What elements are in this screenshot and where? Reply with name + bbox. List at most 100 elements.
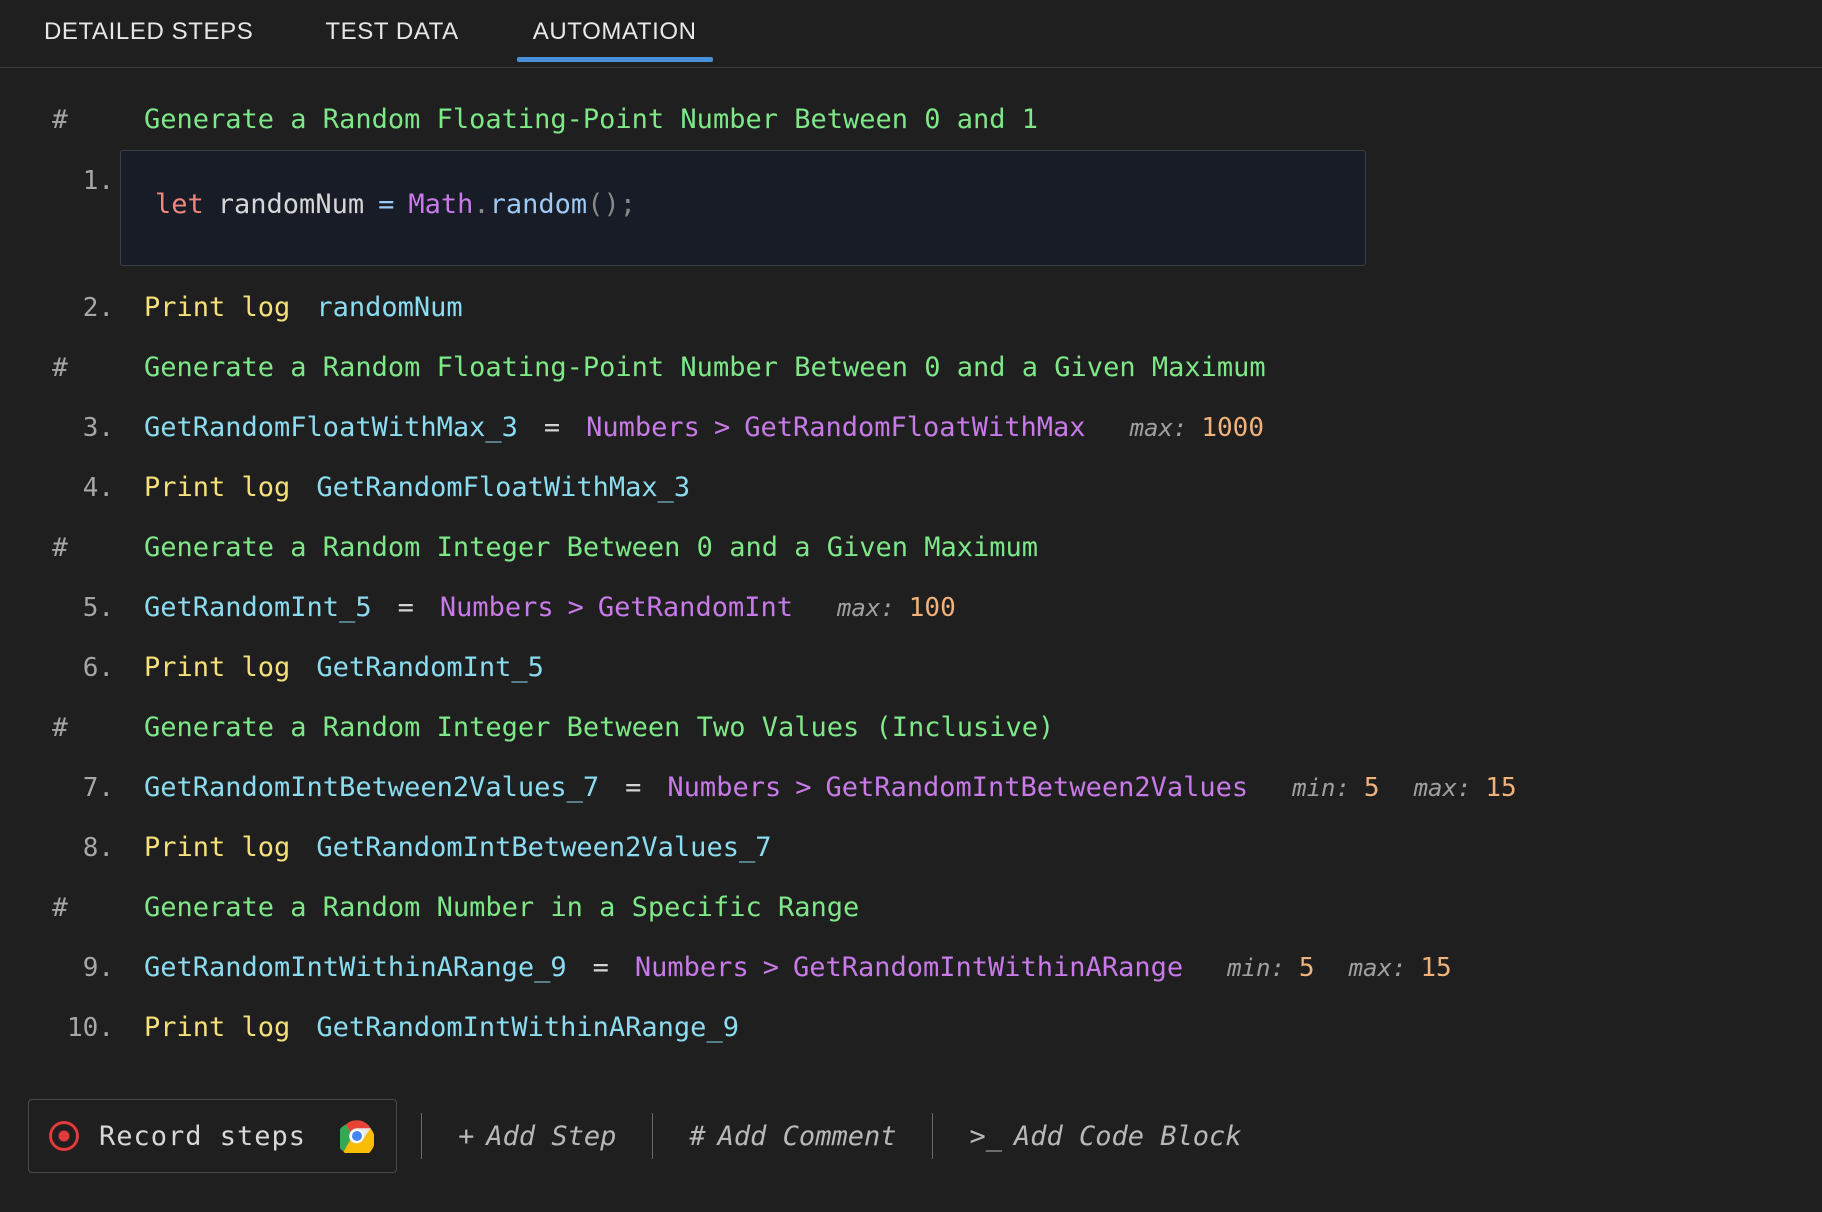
print-action: Print log: [114, 998, 290, 1058]
tab-automation-label: AUTOMATION: [533, 18, 697, 45]
step-marker: 10.: [28, 998, 114, 1058]
print-target: GetRandomIntWithinARange_9: [316, 998, 739, 1058]
step-marker: 2.: [28, 278, 114, 338]
step-marker: 6.: [28, 638, 114, 698]
print-action: Print log: [114, 818, 290, 878]
comment-text: Generate a Random Integer Between Two Va…: [114, 698, 1054, 758]
code-operator: =: [378, 189, 394, 220]
print-target: GetRandomFloatWithMax_3: [316, 458, 690, 518]
action-arrow: >: [568, 578, 584, 638]
step-print[interactable]: 4. Print log GetRandomFloatWithMax_3: [0, 458, 1822, 518]
action-module: Numbers: [440, 578, 554, 638]
step-comment[interactable]: # Generate a Random Integer Between Two …: [0, 698, 1822, 758]
param-value: 15: [1485, 773, 1516, 803]
code-punctuation: ();: [587, 189, 636, 220]
param-max[interactable]: max: 1000: [1130, 398, 1264, 458]
chrome-icon[interactable]: [340, 1119, 374, 1153]
param-key: max:: [837, 594, 895, 622]
param-value: 100: [909, 593, 956, 623]
step-action[interactable]: 7. GetRandomIntBetween2Values_7 = Number…: [0, 758, 1822, 818]
param-value: 5: [1364, 773, 1380, 803]
step-marker: #: [28, 698, 114, 758]
action-method: GetRandomInt: [598, 578, 793, 638]
step-marker: #: [28, 338, 114, 398]
add-comment-button[interactable]: #Add Comment: [677, 1121, 908, 1152]
step-marker: 5.: [28, 578, 114, 638]
tab-test-data-label: TEST DATA: [325, 18, 458, 45]
code-dot: .: [473, 189, 489, 220]
step-print[interactable]: 6. Print log GetRandomInt_5: [0, 638, 1822, 698]
toolbar-divider: [421, 1113, 422, 1159]
assign-operator: =: [398, 578, 414, 638]
step-marker: 1.: [28, 150, 114, 212]
param-key: min:: [1292, 774, 1350, 802]
comment-text: Generate a Random Floating-Point Number …: [114, 90, 1038, 150]
record-steps-label: Record steps: [99, 1121, 306, 1152]
tab-automation[interactable]: AUTOMATION: [511, 0, 719, 62]
param-max[interactable]: max: 15: [1414, 758, 1517, 818]
step-marker: #: [28, 518, 114, 578]
automation-steps-list: # Generate a Random Floating-Point Numbe…: [0, 68, 1822, 1058]
tab-test-data[interactable]: TEST DATA: [303, 0, 480, 62]
code-method: random: [490, 189, 588, 220]
step-action[interactable]: 5. GetRandomInt_5 = Numbers > GetRandomI…: [0, 578, 1822, 638]
step-comment[interactable]: # Generate a Random Floating-Point Numbe…: [0, 338, 1822, 398]
action-module: Numbers: [667, 758, 781, 818]
step-action[interactable]: 9. GetRandomIntWithinARange_9 = Numbers …: [0, 938, 1822, 998]
assign-operator: =: [625, 758, 641, 818]
step-print[interactable]: 2. Print log randomNum: [0, 278, 1822, 338]
print-target: randomNum: [316, 278, 462, 338]
code-editor[interactable]: letrandomNum=Math.random();: [120, 150, 1366, 266]
output-variable: GetRandomFloatWithMax_3: [114, 398, 518, 458]
action-module: Numbers: [586, 398, 700, 458]
param-key: max:: [1414, 774, 1472, 802]
add-code-block-button[interactable]: >_Add Code Block: [957, 1121, 1253, 1152]
add-step-button[interactable]: +Add Step: [446, 1121, 628, 1152]
comment-text: Generate a Random Floating-Point Number …: [114, 338, 1266, 398]
param-key: max:: [1349, 954, 1407, 982]
output-variable: GetRandomIntBetween2Values_7: [114, 758, 599, 818]
print-target: GetRandomInt_5: [316, 638, 544, 698]
code-object: Math: [408, 189, 473, 220]
assign-operator: =: [593, 938, 609, 998]
assign-operator: =: [544, 398, 560, 458]
param-max[interactable]: max:15: [1349, 938, 1452, 998]
step-marker: 7.: [28, 758, 114, 818]
param-min[interactable]: min: 5: [1292, 758, 1379, 818]
print-action: Print log: [114, 278, 290, 338]
param-value: 1000: [1201, 413, 1264, 443]
param-key: max:: [1130, 414, 1188, 442]
step-comment[interactable]: # Generate a Random Integer Between 0 an…: [0, 518, 1822, 578]
action-arrow: >: [795, 758, 811, 818]
toolbar-divider: [652, 1113, 653, 1159]
print-action: Print log: [114, 638, 290, 698]
action-arrow: >: [714, 398, 730, 458]
param-min[interactable]: min:5: [1227, 938, 1314, 998]
add-step-label: Add Step: [486, 1121, 616, 1152]
steps-toolbar: Record steps +Add Step #Add Comment >_Ad…: [28, 1099, 1254, 1173]
step-print[interactable]: 8. Print log GetRandomIntBetween2Values_…: [0, 818, 1822, 878]
step-marker: 8.: [28, 818, 114, 878]
step-comment[interactable]: # Generate a Random Number in a Specific…: [0, 878, 1822, 938]
add-code-block-label: Add Code Block: [1014, 1121, 1242, 1152]
action-method: GetRandomFloatWithMax: [744, 398, 1085, 458]
tab-detailed-steps[interactable]: DETAILED STEPS: [22, 0, 275, 62]
action-module: Numbers: [635, 938, 749, 998]
step-marker: 4.: [28, 458, 114, 518]
step-code-block[interactable]: 1. letrandomNum=Math.random();: [0, 150, 1822, 278]
param-max[interactable]: max: 100: [837, 578, 956, 638]
comment-text: Generate a Random Integer Between 0 and …: [114, 518, 1038, 578]
step-comment[interactable]: # Generate a Random Floating-Point Numbe…: [0, 90, 1822, 150]
output-variable: GetRandomIntWithinARange_9: [114, 938, 567, 998]
step-action[interactable]: 3. GetRandomFloatWithMax_3 = Numbers > G…: [0, 398, 1822, 458]
param-value: 5: [1299, 953, 1315, 983]
step-print[interactable]: 10. Print log GetRandomIntWithinARange_9: [0, 998, 1822, 1058]
step-marker: 3.: [28, 398, 114, 458]
output-variable: GetRandomInt_5: [114, 578, 372, 638]
hash-icon: #: [689, 1121, 705, 1152]
record-steps-button[interactable]: Record steps: [28, 1099, 397, 1173]
step-marker: #: [28, 878, 114, 938]
comment-text: Generate a Random Number in a Specific R…: [114, 878, 859, 938]
print-action: Print log: [114, 458, 290, 518]
toolbar-divider: [932, 1113, 933, 1159]
